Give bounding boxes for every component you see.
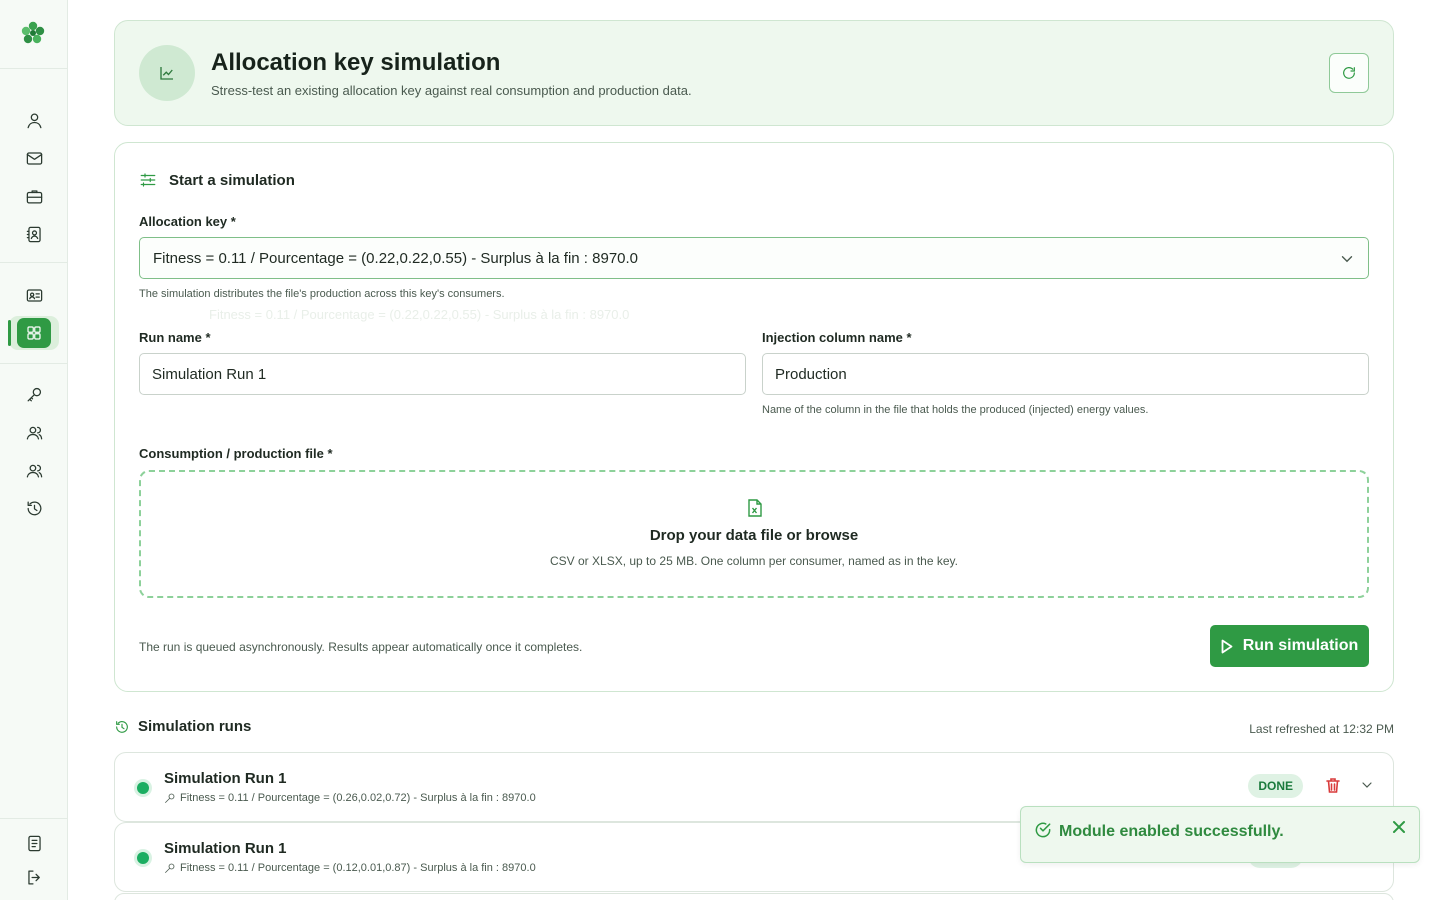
contact-book-icon[interactable]: [22, 222, 46, 246]
sidebar-divider: [0, 262, 67, 263]
close-icon[interactable]: [1389, 817, 1409, 837]
run-name-input[interactable]: [139, 353, 746, 395]
form-section-title: Start a simulation: [169, 171, 295, 189]
page-title: Allocation key simulation: [211, 49, 501, 76]
form-section-header: Start a simulation: [139, 171, 295, 189]
sliders-icon: [140, 173, 156, 187]
users-icon[interactable]: [22, 420, 46, 444]
status-dot: [137, 852, 149, 864]
injection-column-input[interactable]: [762, 353, 1369, 395]
run-row[interactable]: [114, 893, 1394, 900]
injection-column-hint: Name of the column in the file that hold…: [762, 404, 1149, 416]
page-header: Allocation key simulation Stress-test an…: [114, 20, 1394, 126]
page-subtitle: Stress-test an existing allocation key a…: [211, 83, 692, 98]
status-dot: [137, 782, 149, 794]
file-dropzone[interactable]: Drop your data file or browse CSV or XLS…: [139, 470, 1369, 598]
runs-title: Simulation runs: [138, 718, 252, 735]
dropzone-subtitle: CSV or XLSX, up to 25 MB. One column per…: [550, 554, 958, 568]
user-icon[interactable]: [22, 108, 46, 132]
key-icon: [165, 863, 175, 873]
run-name: Simulation Run 1: [164, 840, 287, 857]
spreadsheet-file-icon: [747, 499, 763, 517]
dropdown-ghost-option: Fitness = 0.11 / Pourcentage = (0.22,0.2…: [209, 307, 630, 322]
run-key-text: Fitness = 0.11 / Pourcentage = (0.26,0.0…: [180, 792, 536, 804]
trash-icon[interactable]: [1325, 777, 1343, 795]
sidebar: [0, 0, 68, 900]
chevron-down-icon: [1338, 250, 1356, 268]
run-name-label: Run name *: [139, 330, 211, 345]
run-key-text: Fitness = 0.11 / Pourcentage = (0.12,0.0…: [180, 862, 536, 874]
allocation-key-select[interactable]: Fitness = 0.11 / Pourcentage = (0.22,0.2…: [139, 237, 1369, 279]
leaf-cluster-logo[interactable]: [18, 18, 48, 48]
refresh-button[interactable]: [1329, 53, 1369, 93]
last-refreshed: Last refreshed at 12:32 PM: [1249, 722, 1394, 736]
allocation-key-label: Allocation key *: [139, 214, 236, 229]
run-simulation-button[interactable]: Run simulation: [1210, 625, 1369, 667]
sidebar-divider: [0, 363, 67, 364]
allocation-key-value: Fitness = 0.11 / Pourcentage = (0.22,0.2…: [153, 250, 639, 267]
history-icon[interactable]: [22, 496, 46, 520]
queue-note: The run is queued asynchronously. Result…: [139, 640, 583, 654]
check-circle-icon: [1033, 820, 1053, 840]
runs-header: Simulation runs: [114, 718, 251, 735]
simulation-form: Start a simulation Allocation key * Fitn…: [114, 142, 1394, 692]
grid-icon[interactable]: [17, 318, 51, 348]
key-icon[interactable]: [22, 382, 46, 406]
toast-message: Module enabled successfully.: [1059, 823, 1284, 840]
status-badge: DONE: [1248, 774, 1303, 798]
run-simulation-label: Run simulation: [1242, 637, 1359, 654]
document-icon[interactable]: [22, 831, 46, 855]
run-key: Fitness = 0.11 / Pourcentage = (0.26,0.0…: [164, 792, 536, 804]
sidebar-divider: [0, 68, 67, 69]
history-icon: [116, 720, 128, 733]
active-indicator: [8, 320, 11, 346]
id-card-icon[interactable]: [22, 283, 46, 307]
users-alt-icon[interactable]: [22, 458, 46, 482]
mail-icon[interactable]: [22, 146, 46, 170]
briefcase-icon[interactable]: [22, 184, 46, 208]
chart-icon: [139, 45, 195, 101]
dropzone-title: Drop your data file or browse: [649, 527, 859, 544]
chevron-down-icon[interactable]: [1359, 777, 1377, 795]
allocation-key-hint: The simulation distributes the file's pr…: [139, 288, 505, 300]
injection-column-label: Injection column name *: [762, 330, 912, 345]
key-icon: [165, 793, 175, 803]
file-label: Consumption / production file *: [139, 446, 333, 461]
logout-icon[interactable]: [22, 865, 46, 889]
success-toast: Module enabled successfully.: [1020, 806, 1420, 863]
run-name: Simulation Run 1: [164, 770, 287, 787]
run-key: Fitness = 0.11 / Pourcentage = (0.12,0.0…: [164, 862, 536, 874]
sidebar-divider: [0, 818, 67, 819]
refresh-icon: [1343, 67, 1355, 79]
play-icon: [1221, 639, 1233, 653]
